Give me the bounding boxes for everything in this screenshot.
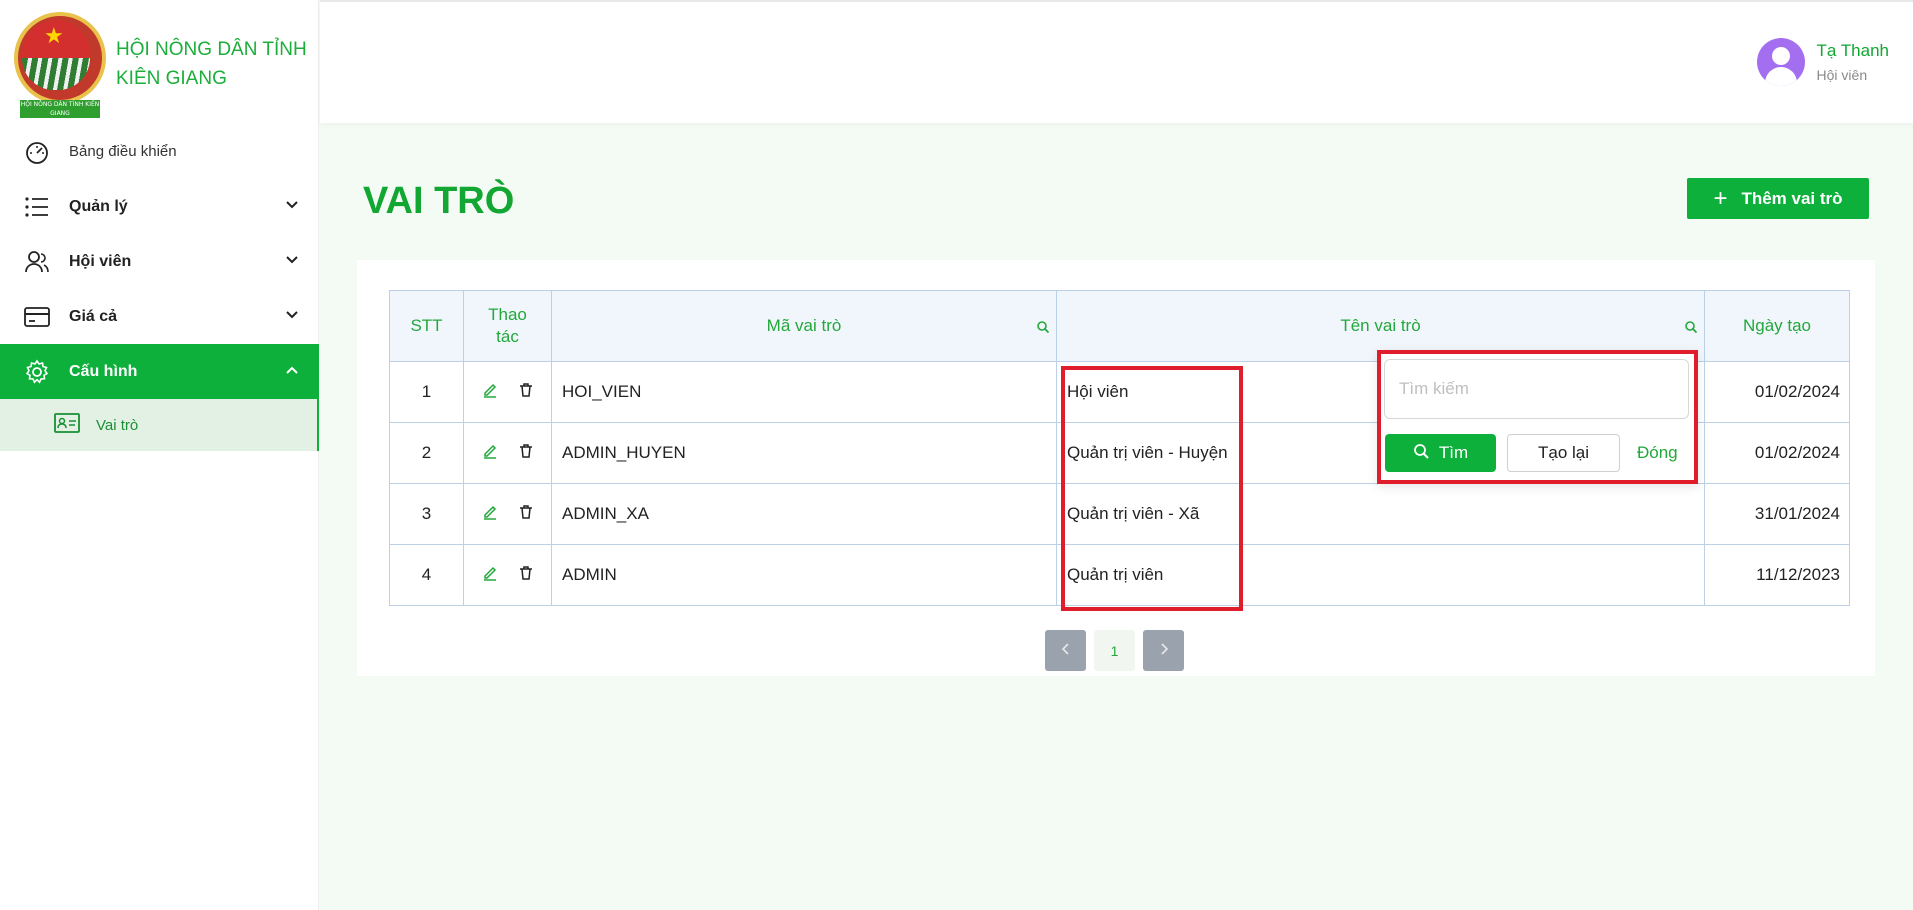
column-search-icon[interactable] [1036, 319, 1050, 339]
sidebar-item-dashboard[interactable]: Bảng điều khiển [0, 124, 319, 179]
user-name: Tạ Thanh [1816, 41, 1889, 60]
column-header-name-label: Tên vai trò [1340, 316, 1421, 335]
header: Tạ Thanh Hội viên [320, 0, 1913, 123]
prev-page-button[interactable] [1045, 630, 1086, 671]
credit-card-icon [22, 304, 52, 330]
sidebar-item-management[interactable]: Quản lý [0, 179, 319, 234]
chevron-right-icon [1159, 642, 1169, 659]
column-header-date: Ngày tạo [1704, 290, 1850, 362]
column-header-code-label: Mã vai trò [766, 316, 842, 335]
column-search-icon[interactable] [1684, 319, 1698, 339]
sidebar-subitem-roles[interactable]: Vai trò [0, 399, 319, 451]
next-page-button[interactable] [1143, 630, 1184, 671]
delete-icon[interactable] [518, 443, 534, 464]
cell-stt: 1 [389, 361, 464, 423]
sidebar-item-prices[interactable]: Giá cả [0, 289, 319, 344]
avatar[interactable] [1756, 38, 1805, 86]
delete-icon[interactable] [518, 382, 534, 403]
cell-code: ADMIN_XA [551, 483, 1057, 545]
sidebar-item-label: Hội viên [69, 252, 132, 270]
column-header-actions: Thao tác [463, 290, 552, 362]
dashboard-gauge-icon [22, 139, 52, 165]
sidebar-subitem-label: Vai trò [96, 416, 139, 434]
highlight-box [1061, 366, 1243, 611]
cell-code: HOI_VIEN [551, 361, 1057, 423]
cell-date: 01/02/2024 [1704, 361, 1850, 423]
column-header-code: Mã vai trò [551, 290, 1057, 362]
logo-ribbon: HỘI NÔNG DÂN TỈNH KIÊN GIANG [20, 100, 100, 118]
search-input[interactable] [1384, 359, 1689, 419]
edit-icon[interactable] [482, 443, 498, 464]
cell-date: 31/01/2024 [1704, 483, 1850, 545]
brand-name: HỘI NÔNG DÂN TỈNH KIÊN GIANG [116, 39, 307, 89]
cell-stt: 2 [389, 422, 464, 484]
sidebar-item-label: Quản lý [69, 197, 128, 215]
cell-date: 01/02/2024 [1704, 422, 1850, 484]
search-icon [1413, 443, 1439, 464]
chevron-left-icon [1061, 642, 1071, 659]
plus-icon: + [1713, 184, 1728, 212]
list-icon [22, 194, 52, 220]
delete-icon[interactable] [518, 565, 534, 586]
edit-icon[interactable] [482, 504, 498, 525]
chevron-down-icon [285, 307, 299, 325]
logo: ★ HỘI NÔNG DÂN TỈNH KIÊN GIANG [14, 12, 106, 118]
edit-icon[interactable] [482, 565, 498, 586]
sidebar: ★ HỘI NÔNG DÂN TỈNH KIÊN GIANG HỘI NÔNG … [0, 0, 319, 910]
page-title: VAI TRÒ [363, 180, 515, 222]
brand[interactable]: ★ HỘI NÔNG DÂN TỈNH KIÊN GIANG HỘI NÔNG … [14, 12, 321, 118]
users-icon [22, 249, 52, 275]
pagination: 1 [1045, 630, 1184, 671]
cell-stt: 3 [389, 483, 464, 545]
column-header-stt: STT [389, 290, 464, 362]
star-icon: ★ [44, 24, 64, 49]
cell-date: 11/12/2023 [1704, 544, 1850, 606]
cell-stt: 4 [389, 544, 464, 606]
add-role-button[interactable]: + Thêm vai trò [1687, 178, 1869, 219]
search-popup: Tìm Tạo lại Đóng [1377, 350, 1698, 484]
cell-actions [463, 483, 552, 545]
edit-icon[interactable] [482, 382, 498, 403]
delete-icon[interactable] [518, 504, 534, 525]
column-header-actions-label: Thao tác [488, 305, 527, 346]
add-role-label: Thêm vai trò [1741, 188, 1843, 208]
find-button[interactable]: Tìm [1385, 434, 1496, 472]
sidebar-item-label: Giá cả [69, 307, 118, 325]
id-card-icon [54, 412, 80, 438]
chevron-up-icon [285, 362, 299, 380]
reset-button[interactable]: Tạo lại [1507, 434, 1620, 472]
sidebar-item-members[interactable]: Hội viên [0, 234, 319, 289]
chevron-down-icon [285, 252, 299, 270]
cell-actions [463, 544, 552, 606]
page-number-button[interactable]: 1 [1094, 630, 1135, 671]
sidebar-item-label: Cấu hình [69, 362, 138, 380]
sidebar-item-label: Bảng điều khiển [69, 143, 177, 160]
user-role: Hội viên [1816, 67, 1868, 83]
cell-actions [463, 422, 552, 484]
sidebar-menu: Bảng điều khiển Quản lý Hội viên Giá cả [0, 124, 319, 451]
find-button-label: Tìm [1438, 443, 1469, 462]
cell-code: ADMIN [551, 544, 1057, 606]
chevron-down-icon [285, 197, 299, 215]
close-link[interactable]: Đóng [1637, 443, 1678, 463]
cell-actions [463, 361, 552, 423]
user-menu[interactable]: Tạ Thanh Hội viên [1756, 38, 1889, 86]
sidebar-item-config[interactable]: Cấu hình [0, 344, 319, 399]
gear-icon [22, 359, 52, 385]
cell-code: ADMIN_HUYEN [551, 422, 1057, 484]
